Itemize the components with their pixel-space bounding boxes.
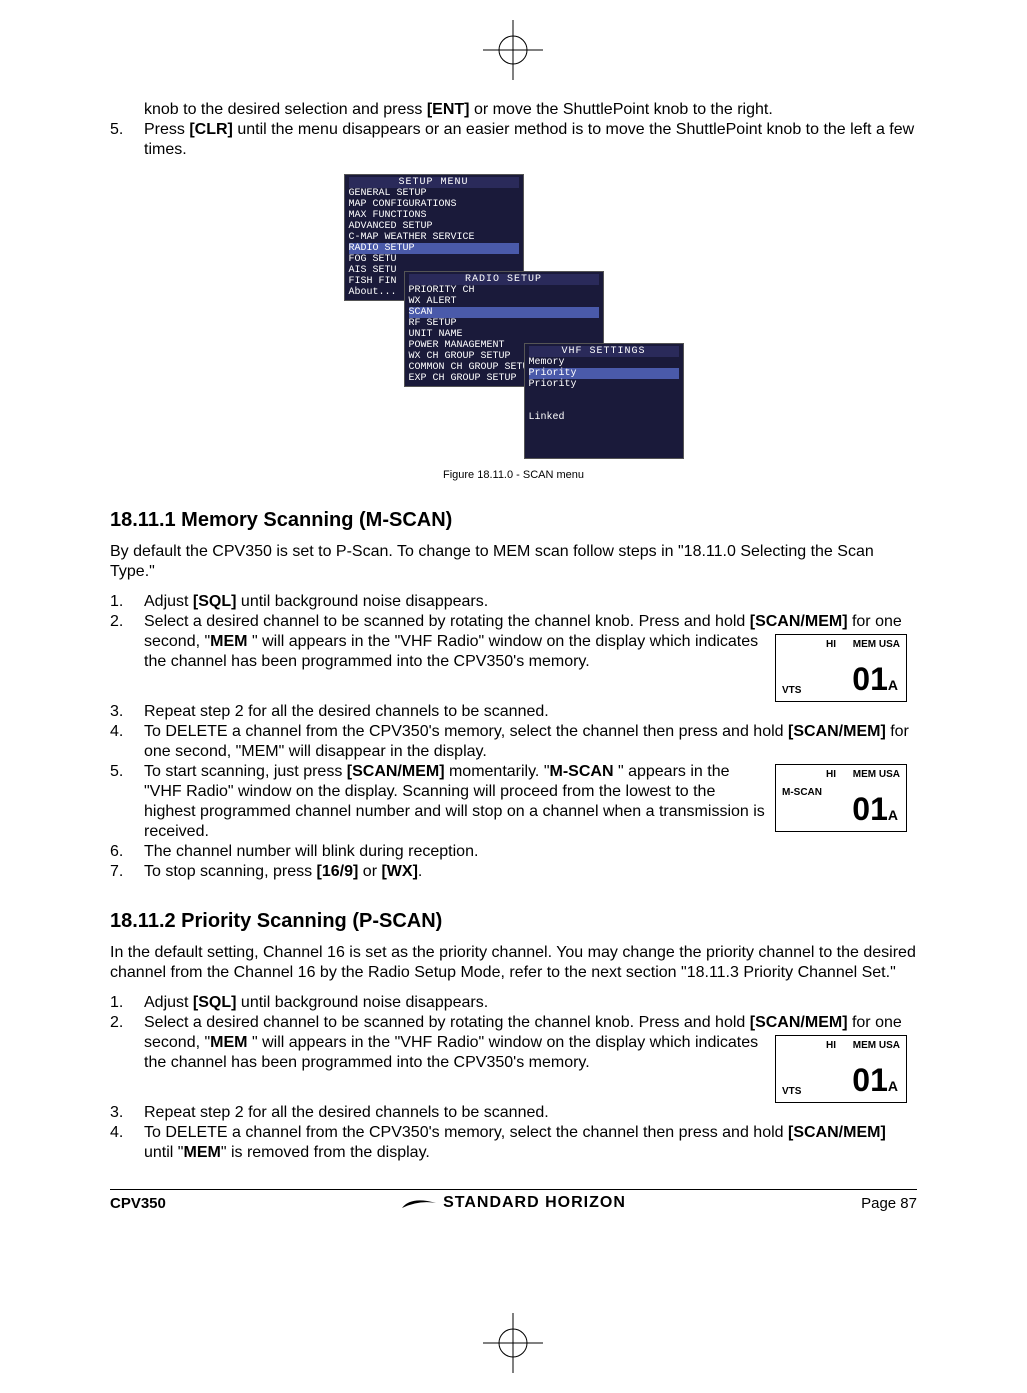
mscan-label: M-SCAN <box>550 763 614 780</box>
s1-step2: 2. Select a desired channel to be scanne… <box>110 612 917 702</box>
brand-swoosh-icon <box>401 1194 437 1212</box>
footer-page-number: Page 87 <box>861 1195 917 1212</box>
s1-step7: 7. To stop scanning, press [16/9] or [WX… <box>110 862 917 882</box>
crop-mark-bottom <box>483 1313 543 1373</box>
key-16-9: [16/9] <box>317 863 359 880</box>
footer-model: CPV350 <box>110 1195 166 1212</box>
clr-key: [CLR] <box>189 121 233 138</box>
intro-continuation: knob to the desired selection and press … <box>110 100 917 120</box>
s1-paragraph: By default the CPV350 is set to P-Scan. … <box>110 542 917 582</box>
s2-paragraph: In the default setting, Channel 16 is se… <box>110 943 917 983</box>
wx-key: [WX] <box>381 863 417 880</box>
s2-step2: 2. Select a desired channel to be scanne… <box>110 1013 917 1103</box>
s2-step3: 3. Repeat step 2 for all the desired cha… <box>110 1103 917 1123</box>
s1-step4: 4. To DELETE a channel from the CPV350's… <box>110 722 917 762</box>
text: until the menu disappears or an easier m… <box>144 121 914 158</box>
menu1-title: SETUP MENU <box>349 177 519 188</box>
vhf-display-mscan: HI MEM USA M-SCAN 01A <box>775 764 907 832</box>
vhf-display-vts: HI MEM USA VTS 01A <box>775 634 907 702</box>
text: or move the ShuttlePoint knob to the rig… <box>470 101 773 118</box>
mem-label: MEM <box>210 633 247 650</box>
list-number: 5. <box>110 120 134 160</box>
ent-key: [ENT] <box>427 101 470 118</box>
vhf-display-vts-2: HI MEM USA VTS 01A <box>775 1035 907 1103</box>
menu2-title: RADIO SETUP <box>409 274 599 285</box>
heading-18-11-1: 18.11.1 Memory Scanning (M-SCAN) <box>110 509 917 532</box>
heading-18-11-2: 18.11.2 Priority Scanning (P-SCAN) <box>110 910 917 933</box>
figure-caption: Figure 18.11.0 - SCAN menu <box>110 469 917 481</box>
menu3-title: VHF SETTINGS <box>529 346 679 357</box>
s2-step4: 4. To DELETE a channel from the CPV350's… <box>110 1123 917 1163</box>
s1-step6: 6. The channel number will blink during … <box>110 842 917 862</box>
s1-step1: 1. Adjust [SQL] until background noise d… <box>110 592 917 612</box>
scanmem-key: [SCAN/MEM] <box>750 613 848 630</box>
text: Press <box>144 121 189 138</box>
footer-brand: STANDARD HORIZON <box>401 1194 626 1212</box>
s2-step1: 1. Adjust [SQL] until background noise d… <box>110 993 917 1013</box>
page-footer: CPV350 STANDARD HORIZON Page 87 <box>110 1189 917 1212</box>
s1-step5: 5. To start scanning, just press [SCAN/M… <box>110 762 917 842</box>
figure-scan-menu: SETUP MENU GENERAL SETUP MAP CONFIGURATI… <box>110 174 917 481</box>
intro-step5: 5. Press [CLR] until the menu disappears… <box>110 120 917 160</box>
sql-key: [SQL] <box>193 593 237 610</box>
s1-step3: 3. Repeat step 2 for all the desired cha… <box>110 702 917 722</box>
text: knob to the desired selection and press <box>144 101 427 118</box>
